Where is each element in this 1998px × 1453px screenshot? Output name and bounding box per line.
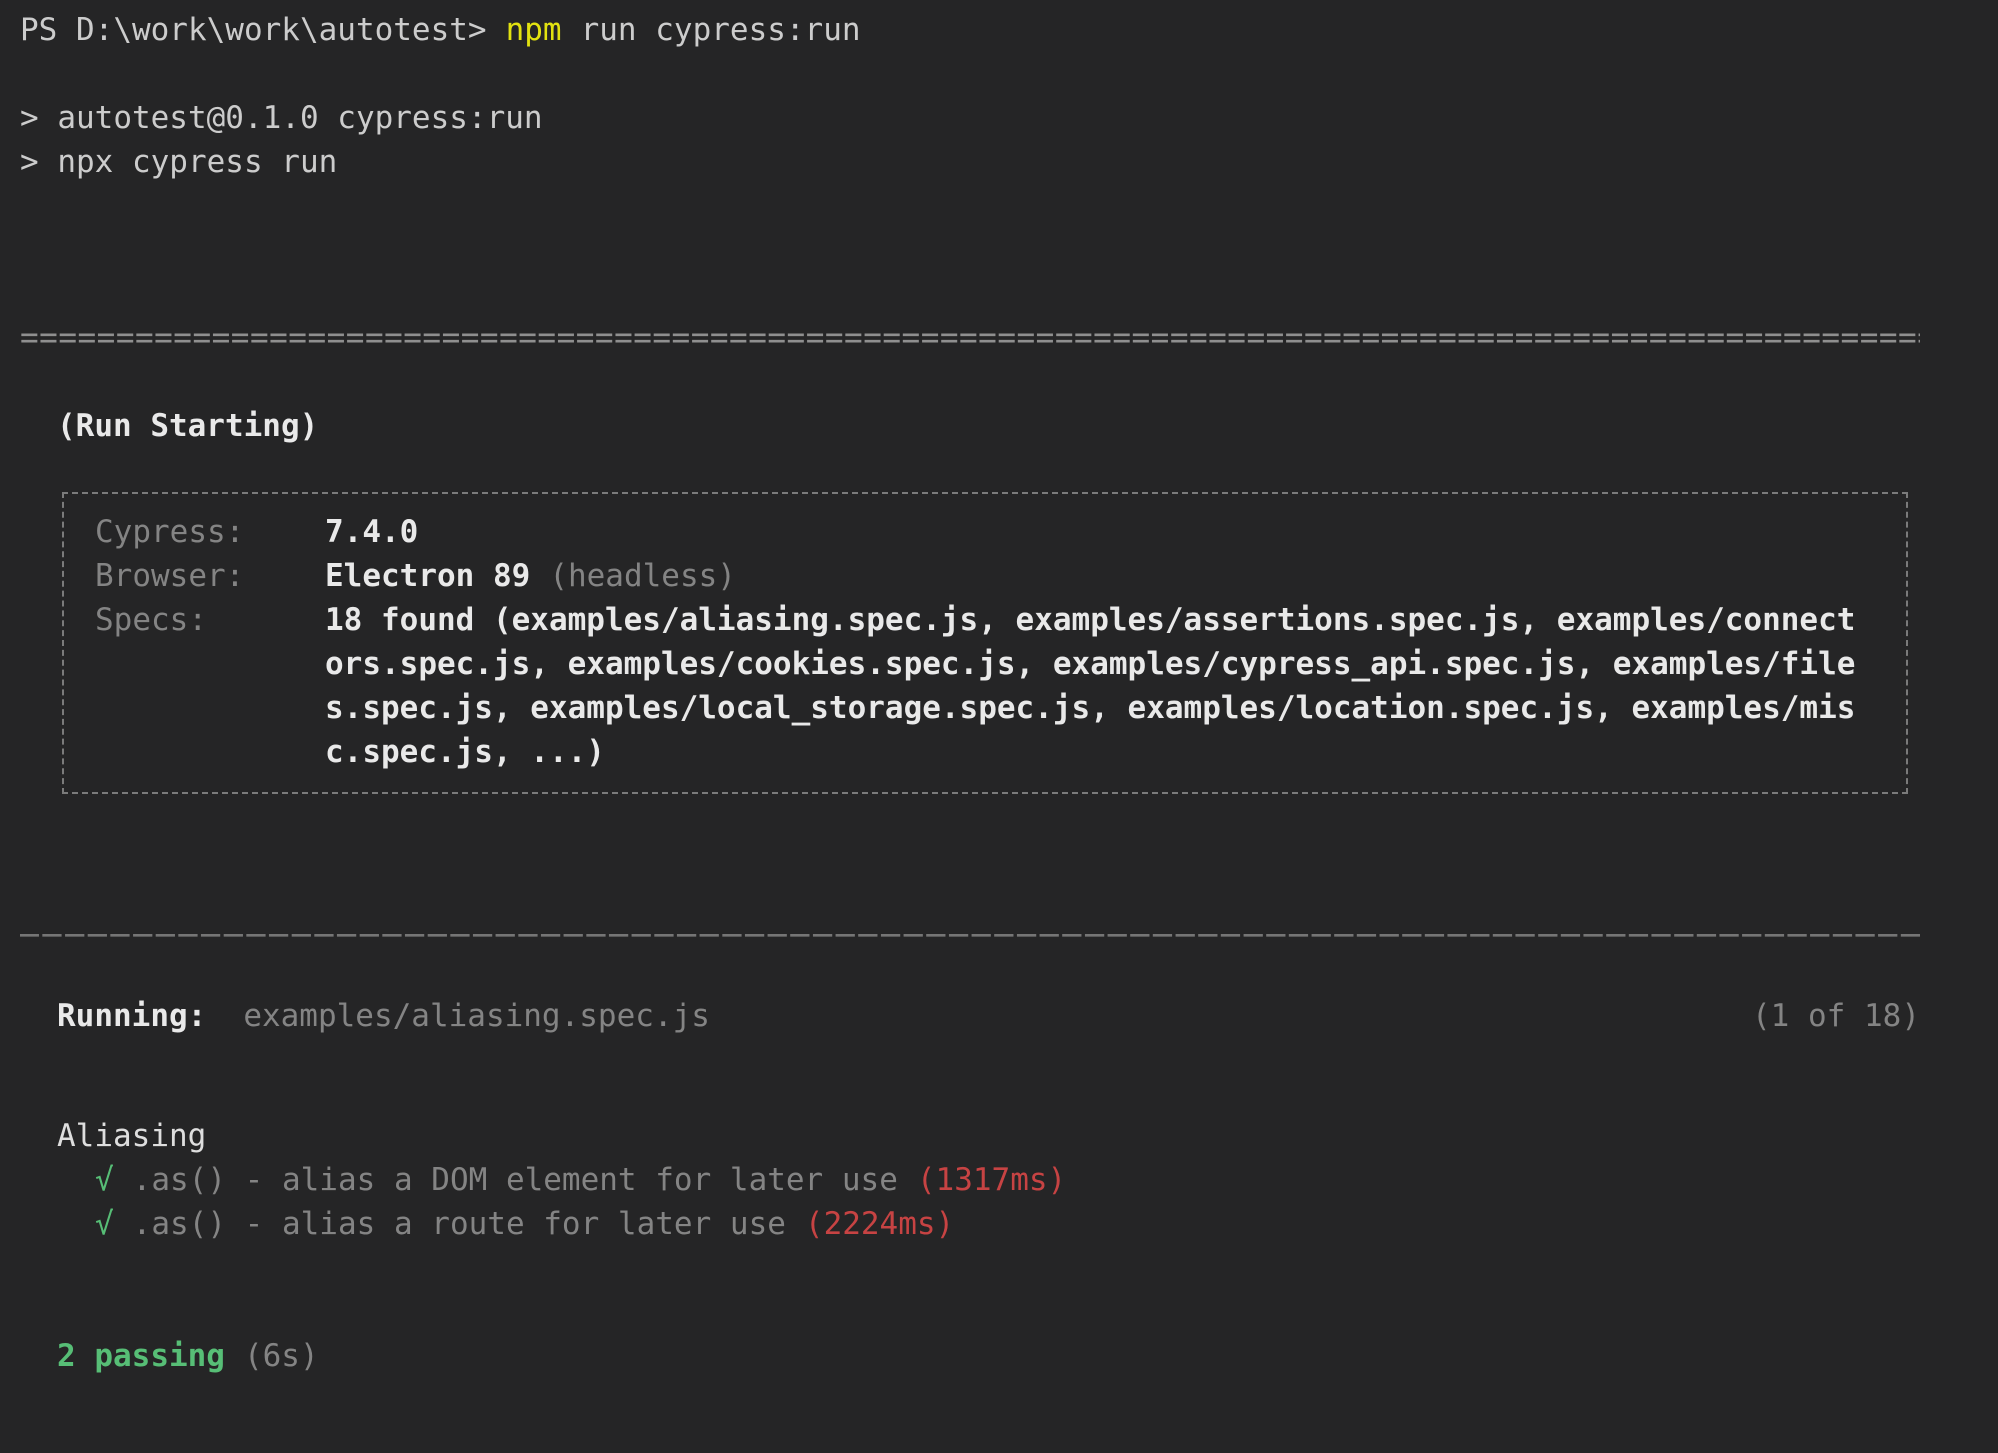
specs-line: c.spec.js, ...) [325,730,1855,774]
pass-check-icon: √ [95,1158,114,1202]
specs-line: 18 found (examples/aliasing.spec.js, exa… [325,598,1855,642]
running-label: Running: [57,994,206,1038]
test-title: .as() - alias a route for later use [133,1202,786,1246]
specs-row: Specs: 18 found (examples/aliasing.spec.… [95,598,1906,774]
specs-line: ors.spec.js, examples/cookies.spec.js, e… [325,642,1855,686]
run-starting-heading: (Run Starting) [57,404,1920,448]
test-result-row: √ .as() - alias a route for later use (2… [95,1202,1920,1246]
test-title: .as() - alias a DOM element for later us… [133,1158,898,1202]
test-duration: (2224ms) [805,1202,954,1246]
browser-label: Browser: [95,554,325,598]
prompt-line: PS D:\work\work\autotest> npm run cypres… [20,8,1920,52]
run-info-box: Cypress: 7.4.0 Browser: Electron 89 (hea… [62,492,1908,794]
running-spec-name: examples/aliasing.spec.js [243,994,710,1038]
specs-line: s.spec.js, examples/local_storage.spec.j… [325,686,1855,730]
specs-list: 18 found (examples/aliasing.spec.js, exa… [325,598,1855,774]
cypress-version-label: Cypress: [95,510,325,554]
test-result-row: √ .as() - alias a DOM element for later … [95,1158,1920,1202]
prompt-command-npm: npm [506,8,562,52]
cypress-version-row: Cypress: 7.4.0 [95,510,1906,554]
suite-title: Aliasing [57,1114,1920,1158]
npx-command-echo-line: > npx cypress run [20,140,1920,184]
browser-value: Electron 89 [325,554,530,598]
pass-check-icon: √ [95,1202,114,1246]
npm-script-echo-line: > autotest@0.1.0 cypress:run [20,96,1920,140]
summary-row: 2 passing (6s) [57,1334,1920,1378]
summary-duration: (6s) [244,1334,319,1378]
equals-divider: ========================================… [20,316,1920,360]
passing-count: 2 passing [57,1334,225,1378]
test-duration: (1317ms) [917,1158,1066,1202]
prompt-path: PS D:\work\work\autotest> [20,8,487,52]
running-status-left: Running: examples/aliasing.spec.js [57,994,710,1038]
specs-label: Specs: [95,598,325,642]
browser-headless-note: (headless) [549,554,736,598]
cypress-version-value: 7.4.0 [325,510,418,554]
prompt-command-args: run cypress:run [581,8,861,52]
running-progress-counter: (1 of 18) [1752,994,1920,1038]
dash-divider: ────────────────────────────────────────… [20,914,1920,958]
running-status-row: Running: examples/aliasing.spec.js (1 of… [20,994,1920,1038]
browser-row: Browser: Electron 89 (headless) [95,554,1906,598]
terminal[interactable]: PS D:\work\work\autotest> npm run cypres… [0,0,1998,1453]
